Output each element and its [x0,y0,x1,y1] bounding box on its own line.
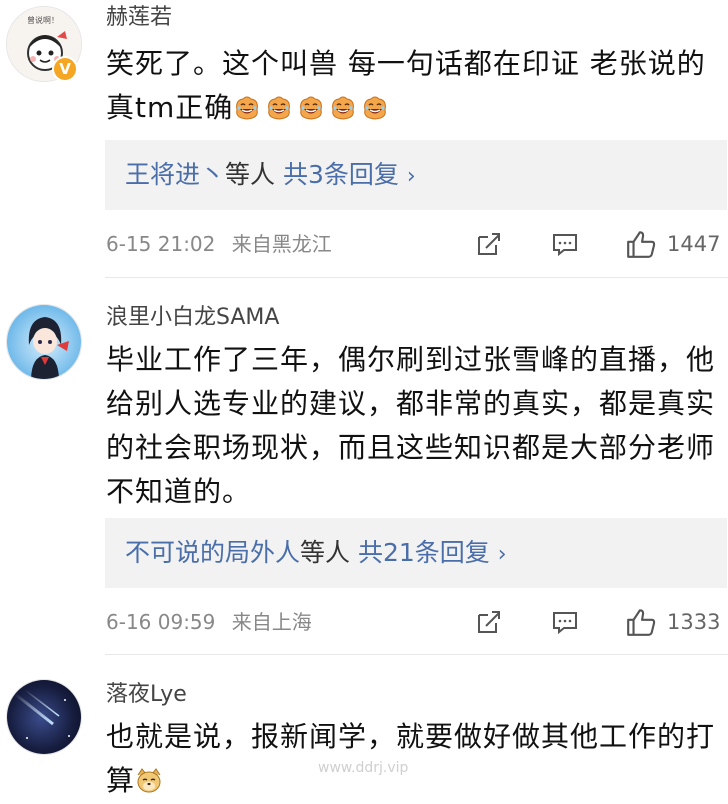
laugh-emoji [300,96,323,120]
username[interactable]: 浪里小白龙SAMA [106,304,279,332]
like-count: 1447 [667,232,721,256]
verified-badge-icon: V [52,56,78,82]
watermark: www.ddrj.vip [318,760,409,776]
laugh-emoji [332,96,355,120]
avatar[interactable] [6,679,82,755]
comment-icon[interactable] [551,608,579,636]
chevron-right-icon: › [406,164,416,189]
timestamp: 6-16 09:59 [106,610,216,634]
location: 来自上海 [231,610,312,634]
laugh-emoji [268,96,291,120]
share-icon[interactable] [475,608,503,636]
comment-item: 落夜Lye 也就是说，报新闻学，就要做好做其他工作的打算 www.ddrj.vi… [0,655,728,797]
share-icon[interactable] [475,230,503,258]
comment-text: 毕业工作了三年，偶尔刷到过张雪峰的直播，他给别人选专业的建议，都非常的真实，都是… [106,343,716,508]
comment-item: 曾说啊！ V 赫莲若 笑死了。这个叫兽 每一句话都在印证 老张说的真tm正确 王… [0,0,728,278]
reply-count[interactable]: 共21条回复 [358,538,490,567]
username[interactable]: 赫莲若 [106,4,172,32]
timestamp: 6-15 21:02 [106,232,216,256]
avatar-image [7,305,81,379]
comment-text: 笑死了。这个叫兽 每一句话都在印证 老张说的真tm正确 [106,47,706,124]
comment-icon[interactable] [551,230,579,258]
avatar-image [7,680,81,754]
reply-count[interactable]: 共3条回复 [283,160,399,189]
username[interactable]: 落夜Lye [106,681,187,709]
comment-meta: 6-16 09:59 来自上海 [106,608,312,636]
laugh-emoji [236,96,259,120]
location: 来自黑龙江 [231,232,332,256]
replies-preview[interactable]: 不可说的局外人等人 共21条回复 › [105,518,727,588]
svg-text:曾说啊！: 曾说啊！ [27,15,59,25]
chevron-right-icon: › [497,542,507,567]
like-icon[interactable] [625,228,657,260]
doge-emoji [137,768,161,793]
comment-item: 浪里小白龙SAMA 毕业工作了三年，偶尔刷到过张雪峰的直播，他给别人选专业的建议… [0,278,728,655]
avatar[interactable] [6,304,82,380]
like-icon[interactable] [625,606,657,638]
comment-meta: 6-15 21:02 来自黑龙江 [106,230,332,258]
like-count: 1333 [667,610,721,634]
reply-user-names[interactable]: 王将进丶 [125,160,225,189]
replies-preview[interactable]: 王将进丶等人 共3条回复 › [105,140,727,210]
reply-user-names[interactable]: 不可说的局外人 [125,538,300,567]
laugh-emoji [364,96,387,120]
comment-text: 也就是说，报新闻学，就要做好做其他工作的打算 [106,720,716,797]
